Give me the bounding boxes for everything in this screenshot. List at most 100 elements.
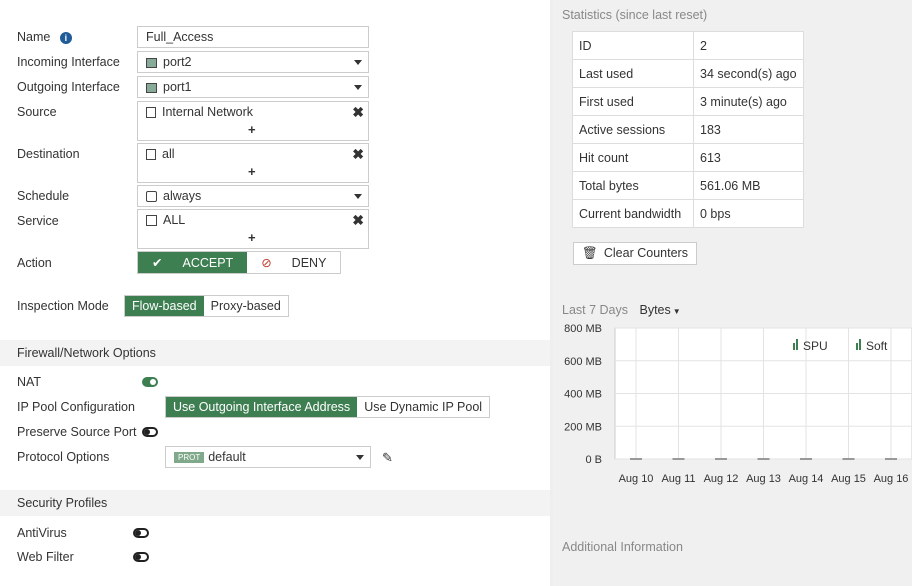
preserve-source-port-label: Preserve Source Port — [17, 425, 137, 439]
protocol-options-value: default — [208, 450, 246, 464]
source-value: Internal Network — [162, 105, 254, 119]
inspection-mode-toggle: Flow-based Proxy-based — [124, 295, 289, 317]
stats-value: 561.06 MB — [693, 171, 804, 200]
stats-value: 2 — [693, 31, 804, 60]
use-outgoing-interface-button[interactable]: Use Outgoing Interface Address — [166, 397, 358, 417]
ip-pool-toggle: Use Outgoing Interface Address Use Dynam… — [165, 396, 491, 418]
y-tick-label: 600 MB — [564, 356, 602, 368]
stats-key: Last used — [572, 59, 694, 88]
outgoing-interface-select[interactable]: port1 — [137, 76, 369, 98]
antivirus-label: AntiVirus — [17, 526, 67, 540]
statistics-table: ID 2 Last used 34 second(s) ago First used 3 … — [572, 31, 804, 228]
stats-value: 613 — [693, 143, 804, 172]
flow-based-button[interactable]: Flow-based — [125, 296, 204, 316]
inspection-mode-label: Inspection Mode — [17, 299, 109, 313]
schedule-label: Schedule — [17, 189, 70, 203]
incoming-interface-select[interactable]: port2 — [137, 51, 369, 73]
x-tick-label: Aug 10 — [619, 473, 654, 485]
destination-label: Destination — [17, 147, 80, 161]
x-tick-label: Aug 16 — [874, 473, 909, 485]
legend-bar-icon — [793, 343, 795, 350]
x-tick-label: Aug 13 — [746, 473, 781, 485]
stats-row: Active sessions 183 — [572, 115, 804, 144]
bandwidth-chart: 800 MB 600 MB 400 MB 200 MB 0 B Aug 10 Aug 11 A… — [564, 323, 912, 485]
deny-button[interactable]: ⊘ DENY — [247, 252, 340, 273]
schedule-select[interactable]: always — [137, 185, 369, 207]
stats-key: Current bandwidth — [572, 199, 694, 228]
stats-value: 34 second(s) ago — [693, 59, 804, 88]
legend-label: SPU — [803, 339, 828, 353]
legend-bar-icon — [796, 339, 798, 350]
add-service-icon[interactable]: + — [248, 230, 256, 245]
use-dynamic-ip-pool-button[interactable]: Use Dynamic IP Pool — [357, 397, 489, 417]
trash-icon: 🗑 — [582, 246, 598, 260]
metric-dropdown[interactable]: Bytes ▼ — [640, 303, 681, 317]
add-destination-icon[interactable]: + — [248, 164, 256, 179]
stats-row: Current bandwidth 0 bps — [572, 199, 804, 228]
security-profiles-header: Security Profiles — [0, 490, 550, 516]
name-value: Full_Access — [146, 30, 214, 44]
stats-value: 183 — [693, 115, 804, 144]
stats-row: First used 3 minute(s) ago — [572, 87, 804, 116]
proxy-based-button[interactable]: Proxy-based — [204, 296, 288, 316]
destination-value: all — [162, 147, 175, 161]
firewall-options-header: Firewall/Network Options — [0, 340, 550, 366]
additional-information-title: Additional Information — [562, 540, 683, 554]
incoming-interface-value: port2 — [163, 55, 192, 69]
source-label: Source — [17, 105, 57, 119]
deny-icon: ⊘ — [261, 256, 272, 270]
add-source-icon[interactable]: + — [248, 122, 256, 137]
chevron-down-icon — [356, 455, 364, 460]
web-filter-label: Web Filter — [17, 550, 74, 564]
service-value: ALL — [163, 213, 186, 227]
source-field[interactable]: Internal Network ✖ + — [137, 101, 369, 141]
clear-counters-button[interactable]: 🗑 Clear Counters — [573, 242, 697, 265]
stats-key: First used — [572, 87, 694, 116]
check-icon: ✔ — [152, 256, 163, 270]
outgoing-interface-label: Outgoing Interface — [17, 80, 120, 94]
stats-row: Hit count 613 — [572, 143, 804, 172]
ip-pool-label: IP Pool Configuration — [17, 400, 135, 414]
statistics-title: Statistics (since last reset) — [562, 8, 708, 22]
protocol-options-select[interactable]: PROT default — [165, 446, 371, 468]
edit-pencil-icon[interactable]: ✎ — [382, 450, 393, 466]
stats-key: ID — [572, 31, 694, 60]
firewall-options-title: Firewall/Network Options — [17, 346, 156, 360]
destination-field[interactable]: all ✖ + — [137, 143, 369, 183]
metric-label: Bytes — [639, 303, 671, 317]
x-tick-label: Aug 11 — [661, 473, 695, 485]
preserve-source-port-toggle[interactable] — [142, 427, 158, 437]
antivirus-toggle[interactable] — [133, 528, 149, 538]
web-filter-toggle[interactable] — [133, 552, 149, 562]
stats-row: Last used 34 second(s) ago — [572, 59, 804, 88]
outgoing-interface-value: port1 — [163, 80, 192, 94]
accept-label: ACCEPT — [182, 256, 234, 270]
legend-bar-icon — [856, 343, 858, 350]
name-input[interactable]: Full_Access — [137, 26, 369, 48]
caret-down-icon: ▼ — [672, 307, 681, 316]
name-label: Name i — [17, 30, 72, 44]
chevron-down-icon — [354, 85, 362, 90]
service-field[interactable]: ALL ✖ + — [137, 209, 369, 249]
security-profiles-title: Security Profiles — [17, 496, 108, 510]
remove-service-icon[interactable]: ✖ — [352, 212, 364, 229]
name-label-text: Name — [17, 30, 51, 44]
schedule-value: always — [163, 189, 202, 203]
nat-toggle[interactable] — [142, 377, 158, 387]
y-tick-label: 400 MB — [564, 389, 602, 401]
protocol-options-label: Protocol Options — [17, 450, 110, 464]
stats-row: Total bytes 561.06 MB — [572, 171, 804, 200]
info-icon[interactable]: i — [59, 31, 72, 44]
stats-key: Active sessions — [572, 115, 694, 144]
stats-value: 3 minute(s) ago — [693, 87, 804, 116]
stats-value: 0 bps — [693, 199, 804, 228]
accept-button[interactable]: ✔ ACCEPT — [138, 252, 248, 273]
x-tick-label: Aug 15 — [831, 473, 866, 485]
remove-source-icon[interactable]: ✖ — [352, 104, 364, 121]
remove-destination-icon[interactable]: ✖ — [352, 146, 364, 163]
y-tick-label: 800 MB — [564, 323, 602, 335]
chart-controls: Last 7 Days Bytes ▼ — [562, 303, 681, 317]
legend-bar-icon — [859, 339, 861, 350]
clear-counters-label: Clear Counters — [603, 246, 688, 260]
address-icon — [146, 107, 156, 119]
